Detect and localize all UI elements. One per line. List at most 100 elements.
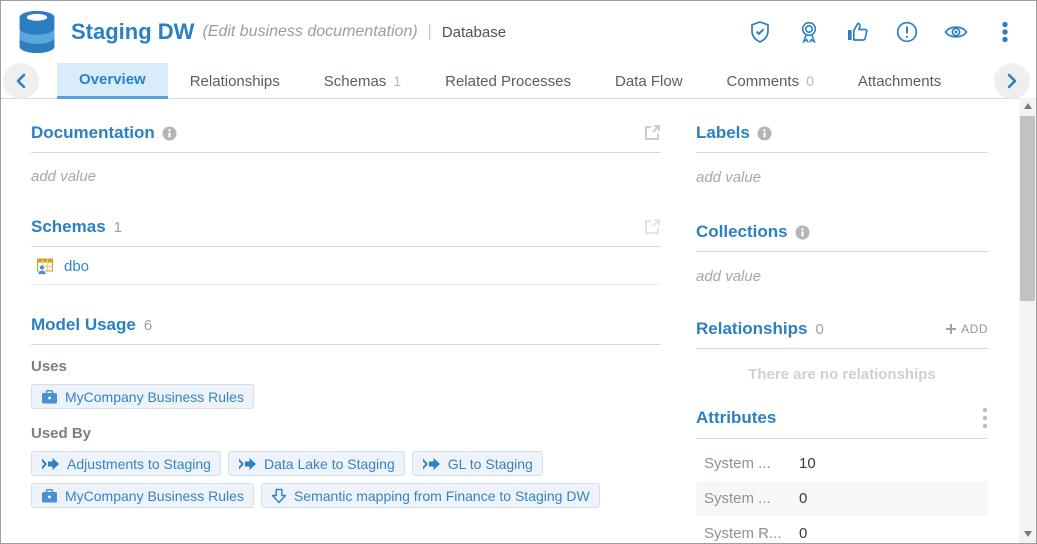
model-chip[interactable]: Semantic mapping from Finance to Staging… <box>261 483 600 508</box>
model-chip[interactable]: MyCompany Business Rules <box>31 483 254 508</box>
documentation-title: Documentation <box>31 123 155 143</box>
left-column: Documentation add value Schemas 1 <box>31 99 661 508</box>
attribute-row[interactable]: System R... 0 <box>696 516 988 544</box>
open-external-icon[interactable] <box>643 218 661 236</box>
chip-label: GL to Staging <box>448 456 533 472</box>
tab-label: Related Processes <box>445 73 571 90</box>
scrollbar-thumb[interactable] <box>1020 116 1035 301</box>
model-usage-count: 6 <box>144 317 152 334</box>
attribute-value: 0 <box>799 490 807 507</box>
schemas-section-header: Schemas 1 <box>31 217 661 247</box>
relationships-title: Relationships <box>696 319 807 339</box>
briefcase-icon <box>41 488 58 504</box>
plus-icon <box>945 323 957 335</box>
chip-label: MyCompany Business Rules <box>65 389 244 405</box>
header: Staging DW (Edit business documentation)… <box>1 1 1036 63</box>
attributes-section-header: Attributes <box>696 407 988 439</box>
model-chip[interactable]: GL to Staging <box>412 451 543 476</box>
chip-label: Semantic mapping from Finance to Staging… <box>294 488 590 504</box>
schema-icon <box>35 256 55 276</box>
warning-circle-icon[interactable] <box>894 19 920 45</box>
info-icon <box>757 126 772 141</box>
tab-count: 1 <box>393 73 401 89</box>
triangle-up-icon <box>1024 103 1032 109</box>
scroll-up-button[interactable] <box>1019 98 1036 114</box>
documentation-section-header: Documentation <box>31 123 661 153</box>
model-chip[interactable]: Data Lake to Staging <box>228 451 405 476</box>
attribute-value: 0 <box>799 525 807 542</box>
page-title: Staging DW <box>71 19 194 45</box>
content-area: Documentation add value Schemas 1 <box>1 99 1019 543</box>
tab-overview[interactable]: Overview <box>57 63 168 99</box>
tab-schemas[interactable]: Schemas 1 <box>302 63 423 99</box>
tab-related-processes[interactable]: Related Processes <box>423 63 593 99</box>
attribute-value: 10 <box>799 455 816 472</box>
attribute-label: System ... <box>704 455 799 472</box>
uses-label: Uses <box>31 358 661 375</box>
shield-check-icon[interactable] <box>747 19 773 45</box>
model-chip[interactable]: MyCompany Business Rules <box>31 384 254 409</box>
award-icon[interactable] <box>796 19 822 45</box>
add-button-label: ADD <box>961 322 988 336</box>
attributes-table: System ... 10 System ... 0 System R... 0 <box>696 446 988 544</box>
thumbs-up-icon[interactable] <box>845 19 871 45</box>
labels-section-header: Labels <box>696 123 988 153</box>
database-icon <box>15 9 59 55</box>
schema-list-item[interactable]: dbo <box>31 247 661 285</box>
tab-relationships[interactable]: Relationships <box>168 63 302 99</box>
chip-label: Data Lake to Staging <box>264 456 395 472</box>
labels-title: Labels <box>696 123 750 143</box>
labels-add-value[interactable]: add value <box>696 169 988 186</box>
vertical-scrollbar[interactable] <box>1019 98 1036 543</box>
tab-label: Comments <box>727 73 800 90</box>
schemas-count: 1 <box>114 219 122 236</box>
model-chip[interactable]: Adjustments to Staging <box>31 451 221 476</box>
tab-bar: Overview Relationships Schemas 1 Related… <box>1 63 1036 99</box>
attribute-row[interactable]: System ... 10 <box>696 446 988 481</box>
header-divider: | <box>428 23 432 41</box>
tab-label: Relationships <box>190 73 280 90</box>
add-relationship-button[interactable]: ADD <box>945 322 988 336</box>
schema-link[interactable]: dbo <box>64 258 89 275</box>
object-type-label: Database <box>442 24 506 41</box>
tab-strip: Overview Relationships Schemas 1 Related… <box>57 63 1036 99</box>
mapping-arrow-icon <box>422 457 441 471</box>
tab-count: 0 <box>806 73 814 89</box>
chevron-right-icon <box>1006 73 1018 89</box>
info-icon <box>162 126 177 141</box>
model-usage-title: Model Usage <box>31 315 136 335</box>
chevron-left-icon <box>15 73 27 89</box>
attributes-title: Attributes <box>696 408 776 428</box>
attribute-label: System R... <box>704 525 799 542</box>
used-by-chip-row-2: MyCompany Business Rules Semantic mappin… <box>31 483 661 508</box>
tab-comments[interactable]: Comments 0 <box>705 63 836 99</box>
right-column: Labels add value Collections add value <box>696 99 988 544</box>
tab-data-flow[interactable]: Data Flow <box>593 63 705 99</box>
tabs-scroll-right-button[interactable] <box>994 63 1030 99</box>
tab-label: Schemas <box>324 73 387 90</box>
triangle-down-icon <box>1024 531 1032 537</box>
collections-section-header: Collections <box>696 222 988 252</box>
documentation-add-value[interactable]: add value <box>31 168 661 185</box>
relationships-empty-message: There are no relationships <box>696 366 988 383</box>
chip-label: Adjustments to Staging <box>67 456 211 472</box>
collections-add-value[interactable]: add value <box>696 268 988 285</box>
model-usage-section-header: Model Usage 6 <box>31 315 661 345</box>
mapping-arrow-icon <box>41 457 60 471</box>
tabs-scroll-left-button[interactable] <box>3 63 39 99</box>
eye-icon[interactable] <box>943 19 969 45</box>
open-external-icon[interactable] <box>643 124 661 142</box>
mapping-arrow-icon <box>238 457 257 471</box>
used-by-chip-row-1: Adjustments to Staging Data Lake to Stag… <box>31 451 661 476</box>
scroll-down-button[interactable] <box>1019 526 1036 542</box>
edit-documentation-link[interactable]: (Edit business documentation) <box>202 23 417 41</box>
collections-title: Collections <box>696 222 788 242</box>
attribute-row[interactable]: System ... 0 <box>696 481 988 516</box>
semantic-mapping-icon <box>271 488 287 504</box>
kebab-menu-icon[interactable] <box>982 407 988 429</box>
kebab-menu-icon[interactable] <box>992 19 1018 45</box>
tab-attachments[interactable]: Attachments <box>836 63 963 99</box>
header-actions <box>747 19 1018 45</box>
tab-label: Attachments <box>858 73 941 90</box>
relationships-count: 0 <box>815 321 823 338</box>
